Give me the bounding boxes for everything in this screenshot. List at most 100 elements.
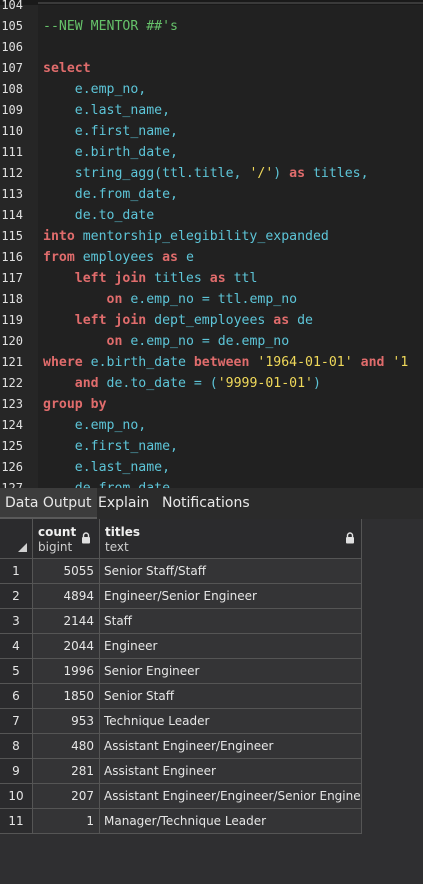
count-cell[interactable]: 480 (33, 734, 100, 759)
code-line[interactable]: select (43, 58, 91, 79)
lock-icon (346, 532, 354, 544)
row-number[interactable]: 2 (0, 584, 33, 609)
code-token: de.from_date, (43, 481, 178, 488)
line-number: 107 (1, 61, 23, 75)
table-row[interactable]: 10 207 Assistant Engineer/Engineer/Senior … (0, 784, 362, 809)
line-number: 122 (1, 376, 23, 390)
titles-cell[interactable]: Assistant Engineer (100, 759, 362, 784)
titles-cell[interactable]: Engineer/Senior Engineer (100, 584, 362, 609)
titles-cell[interactable]: Assistant Engineer/Engineer (100, 734, 362, 759)
tab-data-output[interactable]: Data Output (0, 488, 97, 519)
code-line[interactable]: e.emp_no, (43, 415, 146, 436)
titles-cell[interactable]: Senior Engineer (100, 659, 362, 684)
tab-notifications[interactable]: Notifications (157, 488, 255, 519)
titles-cell[interactable]: Assistant Engineer/Engineer/Senior Engin… (100, 784, 362, 809)
table-row[interactable]: 8 480 Assistant Engineer/Engineer (0, 734, 362, 759)
code-token: e.first_name, (43, 124, 178, 139)
row-number[interactable]: 6 (0, 684, 33, 709)
code-line[interactable]: de.from_date, (43, 184, 178, 205)
code-line[interactable]: de.from_date, (43, 478, 178, 488)
code-line[interactable]: string_agg(ttl.title, '/') as titles, (43, 163, 369, 184)
code-line[interactable]: de.to_date (43, 205, 154, 226)
code-token: titles (146, 271, 210, 286)
count-cell[interactable]: 1996 (33, 659, 100, 684)
row-number[interactable]: 8 (0, 734, 33, 759)
data-output-grid: count bigint titles text 1 5055 Senior Sta… (0, 519, 423, 884)
row-number[interactable]: 5 (0, 659, 33, 684)
code-token: on (106, 334, 123, 349)
lock-icon (82, 532, 90, 544)
titles-cell[interactable]: Manager/Technique Leader (100, 809, 362, 834)
column-header-count[interactable]: count bigint (33, 519, 100, 559)
line-number: 120 (1, 334, 23, 348)
code-line[interactable]: on e.emp_no = de.emp_no (43, 331, 290, 352)
column-header-titles[interactable]: titles text (100, 519, 362, 559)
code-token: employees (74, 250, 163, 265)
row-number[interactable]: 9 (0, 759, 33, 784)
count-cell[interactable]: 207 (33, 784, 100, 809)
code-token: select (43, 61, 91, 76)
code-token: and (360, 355, 385, 370)
sql-editor[interactable]: 104 105 106 107 108 109 110 111 112 113 114 115 116 1… (0, 0, 423, 488)
code-line[interactable]: e.birth_date, (43, 142, 178, 163)
titles-cell[interactable]: Staff (100, 609, 362, 634)
table-row[interactable]: 5 1996 Senior Engineer (0, 659, 362, 684)
titles-cell[interactable]: Senior Staff (100, 684, 362, 709)
code-line[interactable]: from employees as e (43, 247, 194, 268)
table-row[interactable]: 6 1850 Senior Staff (0, 684, 362, 709)
code-line[interactable]: left join titles as ttl (43, 268, 258, 289)
row-number[interactable]: 4 (0, 634, 33, 659)
select-all-corner[interactable] (0, 519, 33, 559)
code-token: e.last_name, (43, 103, 171, 118)
code-line[interactable]: where e.birth_date between '1964-01-01' … (43, 352, 408, 373)
code-token: de (289, 313, 313, 328)
column-type: bigint (38, 540, 73, 554)
code-line[interactable]: left join dept_employees as de (43, 310, 313, 331)
table-row[interactable]: 11 1 Manager/Technique Leader (0, 809, 362, 834)
tab-explain[interactable]: Explain (93, 488, 154, 519)
code-line[interactable]: e.emp_no, (43, 79, 146, 100)
titles-cell[interactable]: Engineer (100, 634, 362, 659)
titles-cell[interactable]: Senior Staff/Staff (100, 559, 362, 584)
code-area[interactable]: --NEW MENTOR ##'s select e.emp_no, e.last… (38, 0, 423, 488)
code-line[interactable]: group by (43, 394, 107, 415)
code-token: e.last_name, (43, 460, 171, 475)
code-token: as (162, 250, 178, 265)
code-line[interactable]: on e.emp_no = ttl.emp_no (43, 289, 298, 310)
row-number[interactable]: 7 (0, 709, 33, 734)
code-line[interactable]: into mentorship_elegibility_expanded (43, 226, 329, 247)
count-cell[interactable]: 281 (33, 759, 100, 784)
table-row[interactable]: 2 4894 Engineer/Senior Engineer (0, 584, 362, 609)
row-number[interactable]: 11 (0, 809, 33, 834)
table-row[interactable]: 9 281 Assistant Engineer (0, 759, 362, 784)
line-number: 113 (1, 187, 23, 201)
code-token: from (43, 250, 75, 265)
code-line[interactable]: --NEW MENTOR ##'s (43, 16, 178, 37)
table-row[interactable]: 3 2144 Staff (0, 609, 362, 634)
count-cell[interactable]: 953 (33, 709, 100, 734)
line-number: 110 (1, 124, 23, 138)
table-row[interactable]: 7 953 Technique Leader (0, 709, 362, 734)
line-number: 123 (1, 397, 23, 411)
row-number[interactable]: 1 (0, 559, 33, 584)
code-line[interactable]: e.last_name, (43, 100, 170, 121)
row-number[interactable]: 10 (0, 784, 33, 809)
count-cell[interactable]: 2144 (33, 609, 100, 634)
code-line[interactable]: and de.to_date = ('9999-01-01') (43, 373, 321, 394)
count-cell[interactable]: 4894 (33, 584, 100, 609)
code-line[interactable]: e.first_name, (43, 121, 178, 142)
table-row[interactable]: 4 2044 Engineer (0, 634, 362, 659)
count-cell[interactable]: 2044 (33, 634, 100, 659)
table-row[interactable]: 1 5055 Senior Staff/Staff (0, 559, 362, 584)
count-cell[interactable]: 5055 (33, 559, 100, 584)
code-line[interactable]: e.first_name, (43, 436, 178, 457)
column-type: text (105, 540, 129, 554)
code-line[interactable]: e.last_name, (43, 457, 170, 478)
line-number: 114 (1, 208, 23, 222)
titles-cell[interactable]: Technique Leader (100, 709, 362, 734)
count-cell[interactable]: 1 (33, 809, 100, 834)
row-number[interactable]: 3 (0, 609, 33, 634)
count-cell[interactable]: 1850 (33, 684, 100, 709)
